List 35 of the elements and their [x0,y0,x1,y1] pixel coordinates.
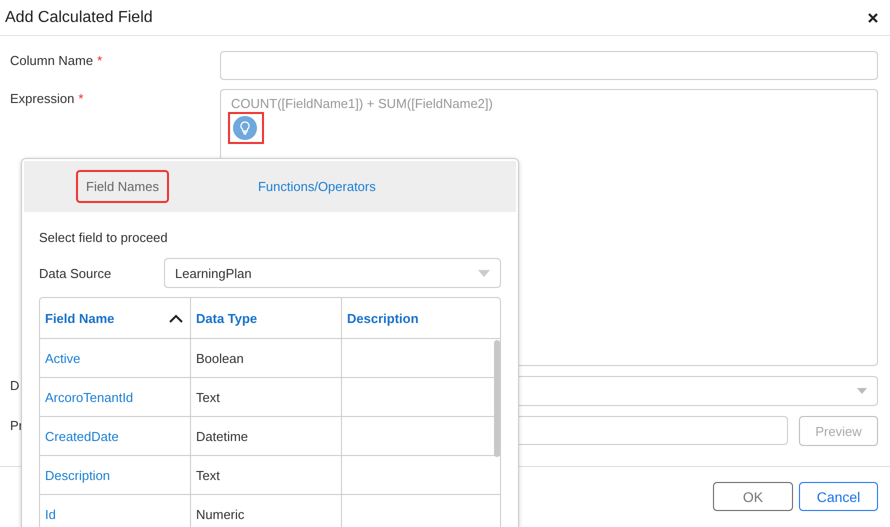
ok-button[interactable]: OK [713,482,793,511]
column-header[interactable]: Data Type [191,298,342,338]
caret-icon [857,388,867,394]
field-name-link[interactable]: ArcoroTenantId [45,390,134,404]
table-cell: Text [196,468,220,482]
hint-button[interactable] [228,112,264,144]
scrollbar[interactable] [494,340,500,457]
caret-icon [478,270,490,276]
dialog-title: Add Calculated Field [5,8,153,26]
field-name-link[interactable]: Id [45,506,56,522]
required-mark: * [97,53,102,68]
field-name-link[interactable]: Description [45,468,110,482]
field-label: Pr [10,418,23,433]
table-cell: Numeric [196,506,244,522]
placeholder-text: COUNT([FieldName1]) + SUM([FieldName2]) [231,96,494,111]
field-name-link[interactable]: CreatedDate [45,428,119,444]
lightbulb-icon [233,116,257,140]
required-mark: * [78,91,84,106]
table-cell: Text [196,390,220,404]
field-name-link[interactable]: Active [45,350,80,366]
field-label: Expression [10,91,74,106]
input-field[interactable] [220,51,878,80]
column-header[interactable]: Description [342,298,500,338]
data-source-dropdown[interactable]: LearningPlan [164,258,501,288]
close-icon[interactable] [868,12,878,22]
field-label: D [10,378,20,393]
cancel-button[interactable]: Cancel [799,482,878,511]
column-header[interactable]: Field Name [40,298,191,338]
tab[interactable]: Functions/Operators [248,170,386,203]
field-label: Data Source [39,266,112,280]
tab[interactable]: Field Names [76,170,169,203]
table-cell: Datetime [196,428,248,444]
sort-up-icon [169,314,183,322]
field-label: Column Name [10,53,94,68]
instruction-text: Select field to proceed [39,230,169,247]
